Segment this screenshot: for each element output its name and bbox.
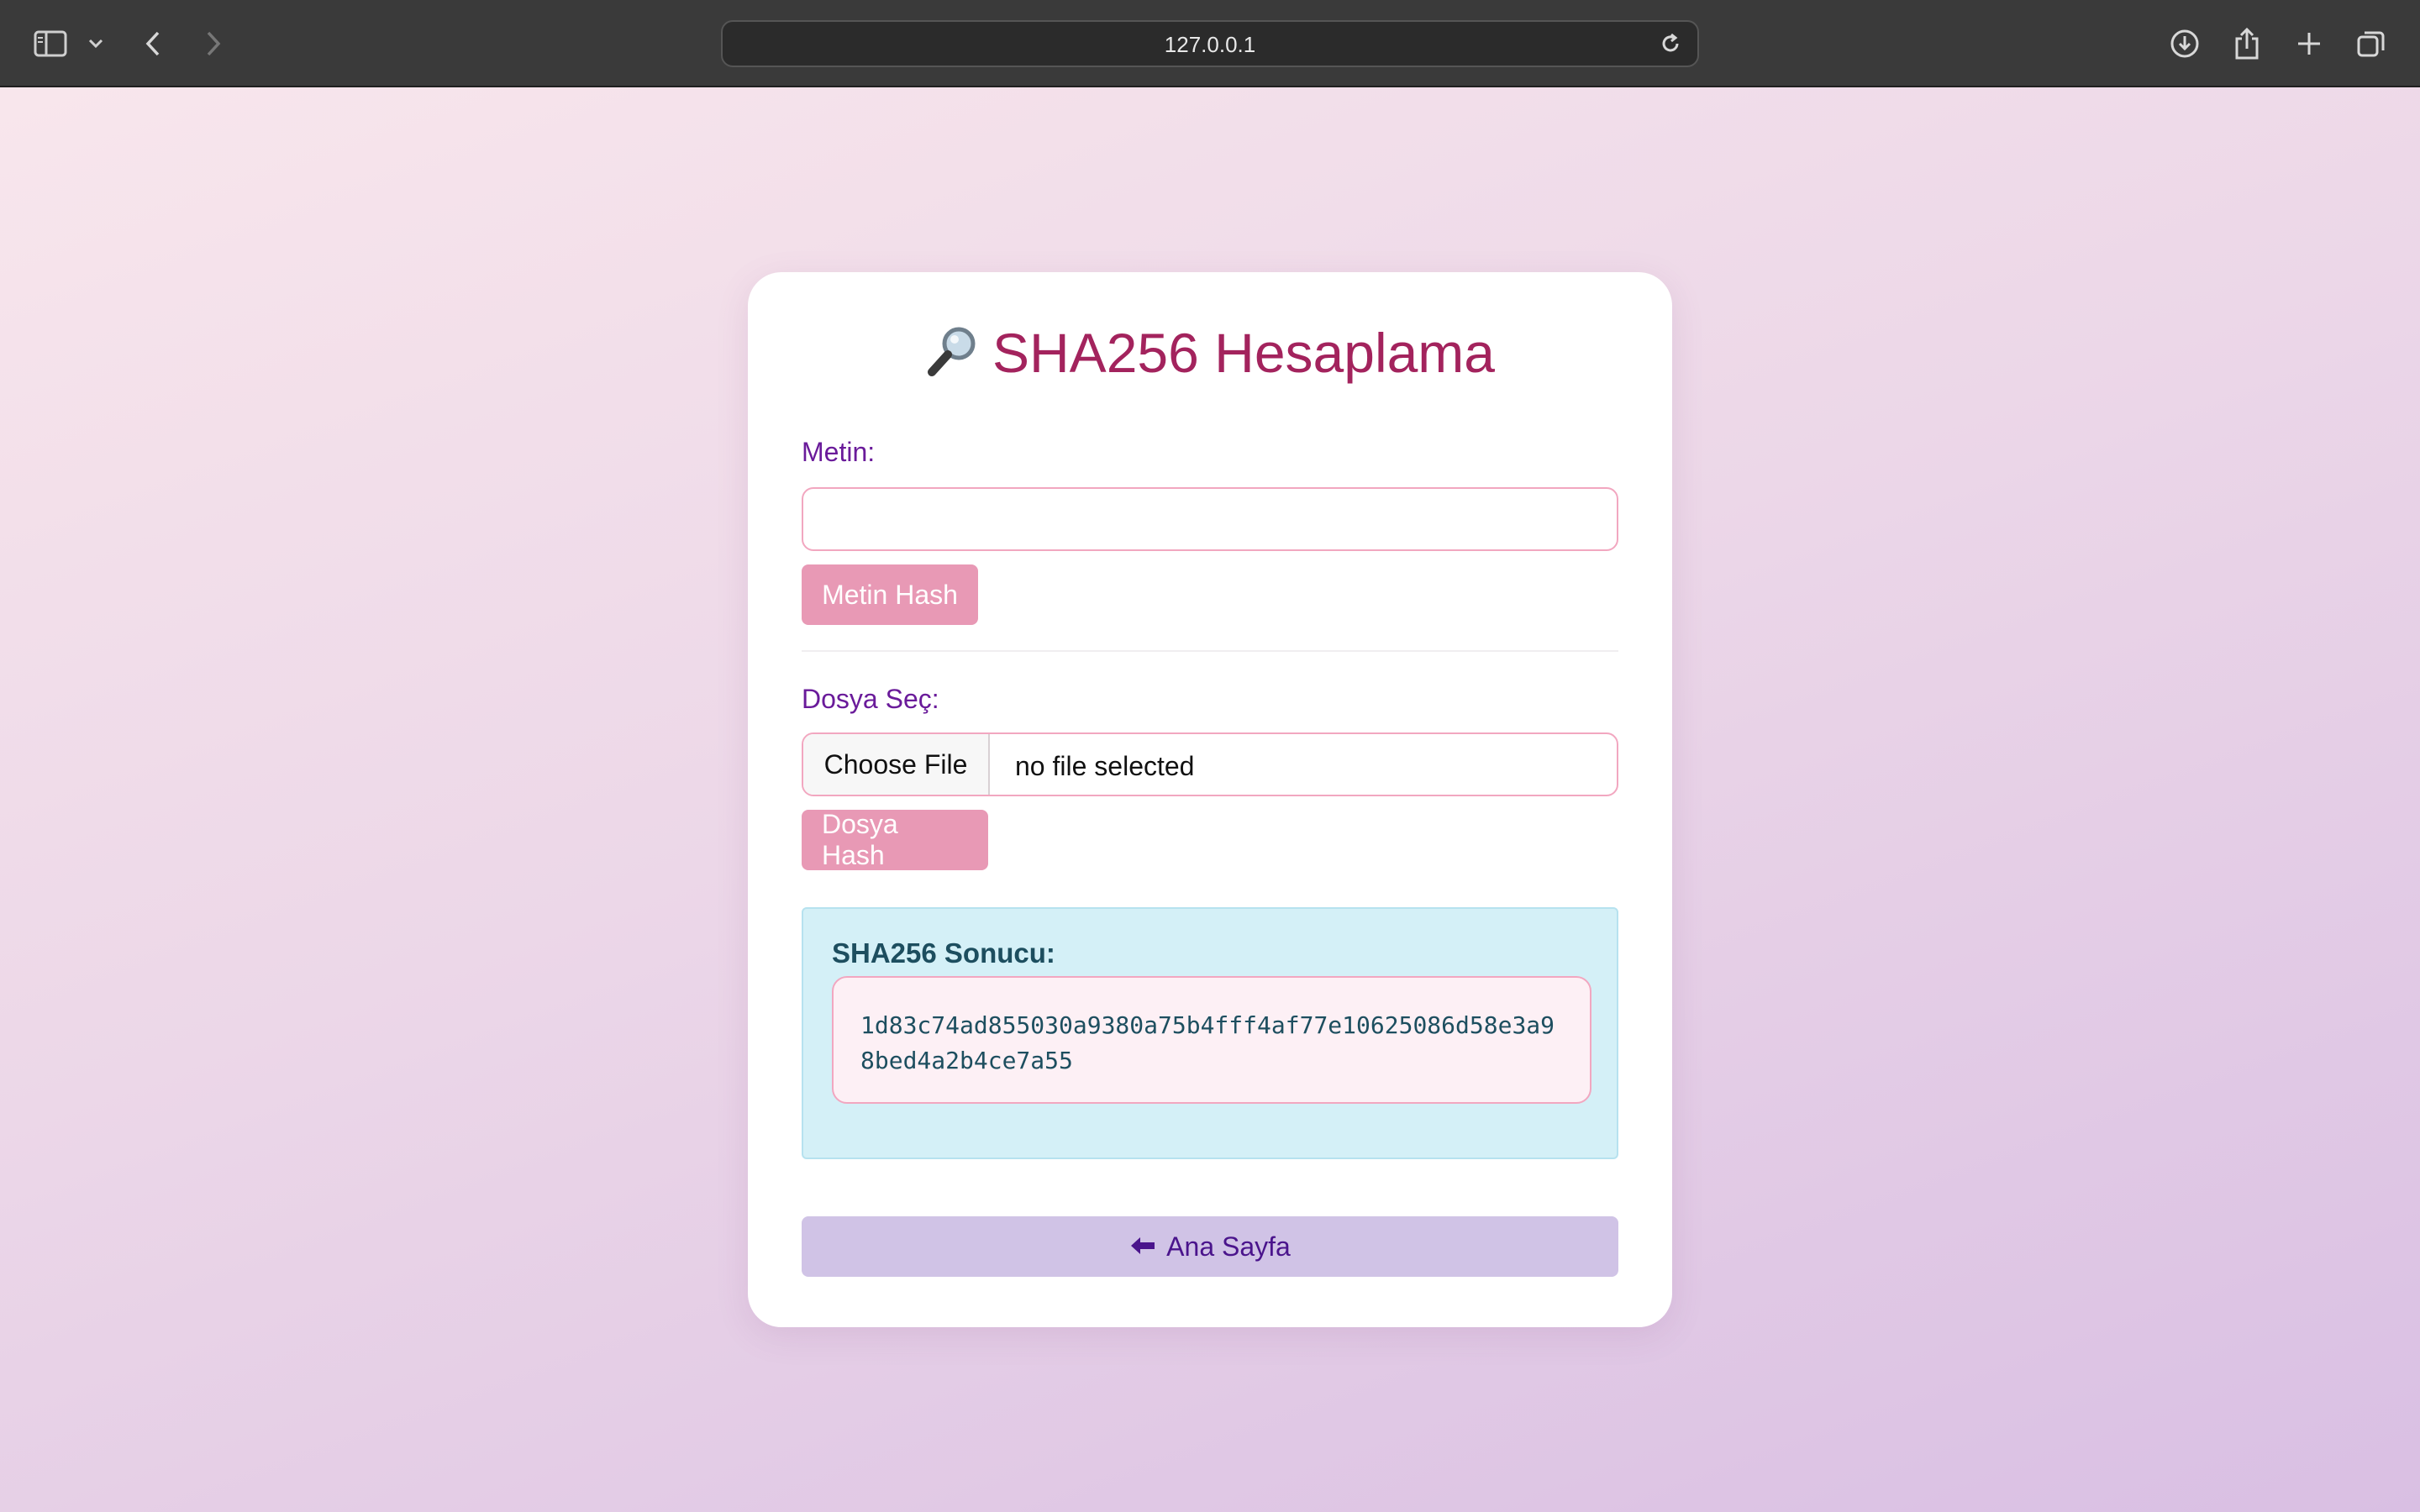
download-icon[interactable]: [2166, 25, 2203, 62]
choose-file-button[interactable]: Choose File: [803, 734, 990, 795]
sidebar-toggle-icon[interactable]: [32, 25, 69, 62]
home-button-label: Ana Sayfa: [1166, 1231, 1291, 1262]
arrow-left-icon: [1129, 1231, 1156, 1263]
address-bar[interactable]: 127.0.0.1: [721, 20, 1699, 67]
file-input-label: Dosya Seç:: [802, 684, 939, 714]
main-card: SHA256 Hesaplama Metin: Metin Hash Dosya…: [748, 272, 1672, 1327]
page-title: SHA256 Hesaplama: [748, 321, 1672, 391]
forward-icon[interactable]: [195, 25, 232, 62]
file-status-text: no file selected: [1015, 751, 1195, 781]
text-input[interactable]: [802, 487, 1618, 551]
magnifying-glass-icon: [925, 323, 981, 391]
home-button[interactable]: Ana Sayfa: [802, 1216, 1618, 1277]
browser-toolbar: 127.0.0.1: [0, 0, 2420, 87]
page-background: SHA256 Hesaplama Metin: Metin Hash Dosya…: [0, 87, 2420, 1512]
url-text: 127.0.0.1: [1164, 32, 1256, 57]
section-divider: [802, 650, 1618, 652]
chevron-down-icon[interactable]: [81, 25, 111, 62]
share-icon[interactable]: [2228, 25, 2265, 62]
result-title: SHA256 Sonucu:: [832, 937, 1055, 969]
tab-overview-icon[interactable]: [2353, 25, 2390, 62]
hash-file-button[interactable]: Dosya Hash: [802, 809, 988, 870]
reload-icon[interactable]: [1655, 29, 1686, 59]
hash-output: 1d83c74ad855030a9380a75b4fff4af77e106250…: [832, 976, 1591, 1104]
hash-text-button[interactable]: Metin Hash: [802, 564, 978, 625]
text-input-label: Metin:: [802, 437, 876, 467]
file-input[interactable]: Choose File no file selected: [802, 732, 1618, 796]
page-title-text: SHA256 Hesaplama: [992, 322, 1495, 384]
back-icon[interactable]: [134, 25, 171, 62]
result-panel: SHA256 Sonucu: 1d83c74ad855030a9380a75b4…: [802, 907, 1618, 1159]
new-tab-icon[interactable]: [2291, 25, 2328, 62]
